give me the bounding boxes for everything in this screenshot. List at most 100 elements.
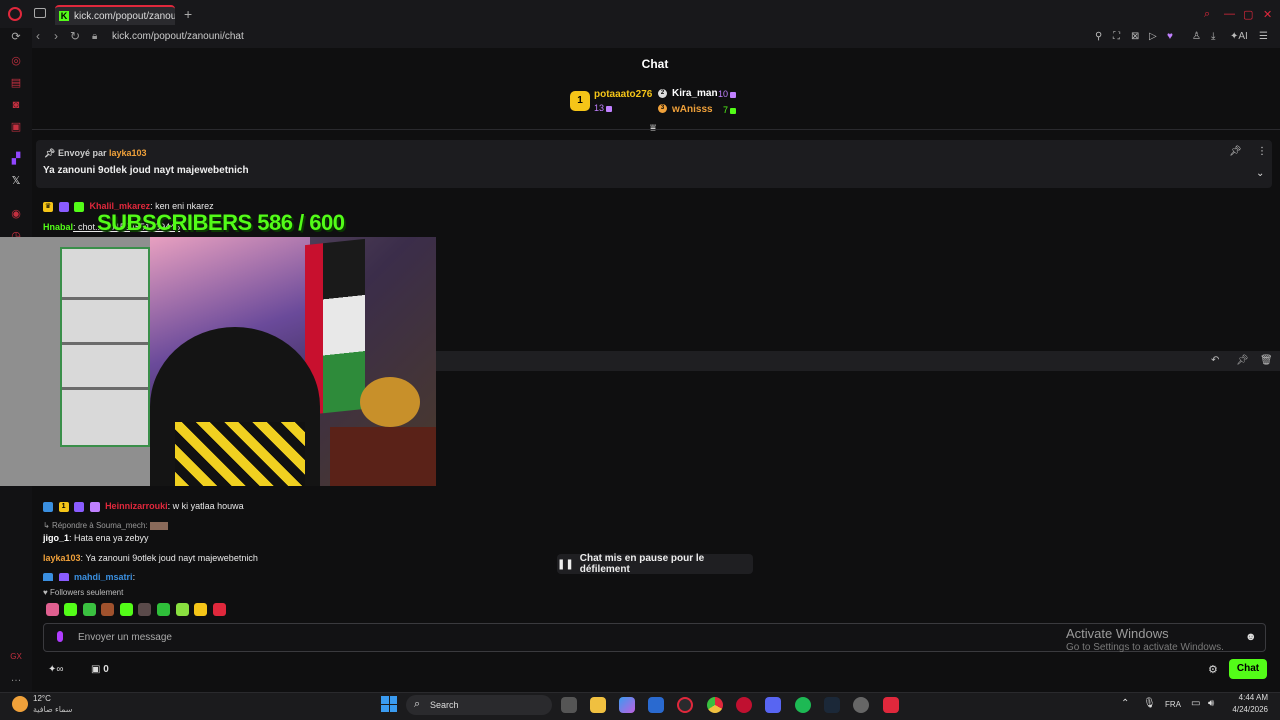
twitch-icon[interactable]: ▞ [9, 152, 23, 166]
gx-icon[interactable]: GX [9, 650, 23, 664]
volume-icon[interactable]: 🔊︎ [1208, 698, 1214, 709]
network-icon[interactable]: ▭ [1191, 698, 1200, 709]
reply-arrow-icon: ↳ [43, 521, 52, 530]
clock-date[interactable]: 4/24/2026 [1226, 705, 1268, 714]
delete-icon[interactable]: 🗑︎ [1260, 355, 1273, 366]
url-field[interactable]: kick.com/popout/zanouni/chat [112, 31, 244, 42]
menu-icon[interactable]: ☰ [1259, 31, 1268, 42]
emote-icon[interactable] [157, 603, 170, 616]
opera-taskbar-icon[interactable] [677, 697, 693, 713]
gifter-name-3[interactable]: wAnisss [672, 104, 713, 115]
file-explorer-icon[interactable] [590, 697, 606, 713]
quick-emote-icon[interactable]: ✦∞ [48, 664, 64, 675]
shelf-board [62, 297, 148, 300]
download-icon[interactable]: ⤓ [1211, 31, 1215, 42]
steam-icon[interactable] [824, 697, 840, 713]
back-icon[interactable]: ‹ [36, 29, 40, 43]
maximize-icon[interactable]: ▢ [1243, 8, 1253, 21]
hovered-message-bar[interactable] [436, 351, 1280, 371]
emote-icon[interactable] [194, 603, 207, 616]
pinned-user[interactable]: layka103 [109, 148, 147, 158]
tray-chevron-icon[interactable]: ⌃ [1121, 698, 1129, 709]
sidebar-more-icon[interactable]: … [9, 671, 23, 685]
more-icon[interactable]: ⋮ [1257, 146, 1267, 157]
stream-video-overlay[interactable] [0, 237, 436, 486]
ai-button[interactable]: ✦AI [1230, 31, 1248, 42]
emoji-icon[interactable]: ☻ [1245, 631, 1257, 643]
unpin-icon[interactable]: 📌︎ [1229, 146, 1242, 157]
language-indicator[interactable]: FRA [1165, 700, 1181, 709]
reply-icon[interactable]: ↶ [1211, 355, 1219, 366]
x-twitter-icon[interactable]: 𝕏 [9, 174, 23, 188]
send-chat-button[interactable]: Chat [1229, 659, 1267, 679]
gifter-name-2[interactable]: Kira_man [672, 88, 718, 99]
emote-icon[interactable] [138, 603, 151, 616]
shelf-board [62, 387, 148, 390]
tab-active[interactable]: K kick.com/popout/zanouni/ [55, 5, 175, 25]
forward-icon[interactable]: › [54, 29, 58, 43]
subscriber-badge-icon [58, 201, 69, 212]
opera-logo-icon[interactable] [8, 7, 22, 21]
minimize-icon[interactable]: — [1224, 8, 1235, 20]
chat-username[interactable]: Heinnizarrouki [105, 501, 168, 511]
chat-message[interactable]: 1 Heinnizarrouki: w ki yatlaa houwa [43, 501, 244, 512]
mail-icon[interactable]: ▣ [9, 120, 23, 134]
chat-username[interactable]: layka103 [43, 553, 81, 563]
settings-taskbar-icon[interactable] [853, 697, 869, 713]
reload-icon[interactable]: ↻ [70, 29, 80, 43]
microphone-tray-icon[interactable]: 🎙︎ [1143, 698, 1156, 709]
emote-icon[interactable] [83, 603, 96, 616]
taskbar-search[interactable]: ⌕ Search [406, 695, 552, 715]
clock-time[interactable]: 4:44 AM [1226, 693, 1268, 702]
emote-icon[interactable] [46, 603, 59, 616]
messenger-icon[interactable]: ◙ [9, 98, 23, 112]
red-plush [330, 427, 436, 486]
windows-start-icon[interactable] [381, 696, 397, 712]
refresh-sidebar-icon[interactable]: ⟳ [9, 30, 23, 44]
tab-title: kick.com/popout/zanouni/ [74, 10, 175, 22]
expand-icon[interactable]: ⌄ [1256, 168, 1264, 179]
chat-message[interactable]: layka103: Ya zanouni 9otlek joud nayt ma… [43, 553, 258, 563]
acrobat-icon[interactable] [883, 697, 899, 713]
player-sidebar-icon[interactable]: ◉ [9, 207, 23, 221]
emote-icon[interactable] [101, 603, 114, 616]
shield-icon[interactable]: ⊠ [1131, 31, 1139, 42]
weather-moon-icon[interactable] [12, 696, 28, 712]
spotify-icon[interactable] [795, 697, 811, 713]
pin-icon[interactable]: ⚲ [1095, 31, 1102, 42]
store-icon[interactable] [648, 697, 664, 713]
points-counter[interactable]: ▣ 0 [91, 664, 109, 675]
chat-username[interactable]: mahdi_msatri [74, 572, 133, 581]
snapshot-icon[interactable]: ⛶ [1113, 31, 1120, 42]
emote-icon[interactable] [213, 603, 226, 616]
chat-paused-button[interactable]: ❚❚ Chat mis en pause pour le défilement [557, 553, 753, 575]
new-tab-button[interactable]: + [184, 6, 192, 22]
chat-username[interactable]: jigo_1 [43, 533, 69, 543]
emote-icon[interactable] [64, 603, 77, 616]
reply-context[interactable]: ↳ Répondre à Souma_mech: [43, 521, 168, 530]
app-icon[interactable] [736, 697, 752, 713]
chrome-icon[interactable] [707, 697, 723, 713]
crypto-wallet-icon[interactable]: ▤ [9, 76, 23, 90]
heart-icon[interactable]: ♥ [1167, 31, 1173, 42]
task-view-icon[interactable] [561, 697, 577, 713]
chat-message[interactable]: jigo_1: Hata ena ya zebyy [43, 533, 149, 543]
tab-switcher-icon[interactable] [34, 8, 46, 18]
discord-icon[interactable] [765, 697, 781, 713]
settings-gear-icon[interactable]: ⚙ [1208, 663, 1218, 676]
points-count: 0 [103, 664, 109, 675]
copilot-icon[interactable] [619, 697, 635, 713]
top-gifter-name[interactable]: potaaato276 [594, 89, 652, 100]
gifter-count-3: 7 [723, 105, 737, 115]
close-icon[interactable]: ✕ [1263, 8, 1272, 21]
profile-icon[interactable]: ♙ [1192, 31, 1201, 42]
search-tabs-icon[interactable]: ⌕ [1204, 8, 1210, 21]
player-icon[interactable]: ▷ [1149, 31, 1157, 42]
emote-icon[interactable] [120, 603, 133, 616]
chat-message[interactable]: mahdi_msatri: [43, 572, 135, 581]
pin-message-icon[interactable]: 📌︎ [1236, 355, 1249, 366]
pinned-message[interactable]: 📌︎ Envoyé par layka103 Ya zanouni 9otlek… [36, 140, 1272, 188]
microphone-icon[interactable] [57, 631, 63, 642]
chat-username[interactable]: Hnabal [43, 222, 73, 232]
emote-icon[interactable] [176, 603, 189, 616]
